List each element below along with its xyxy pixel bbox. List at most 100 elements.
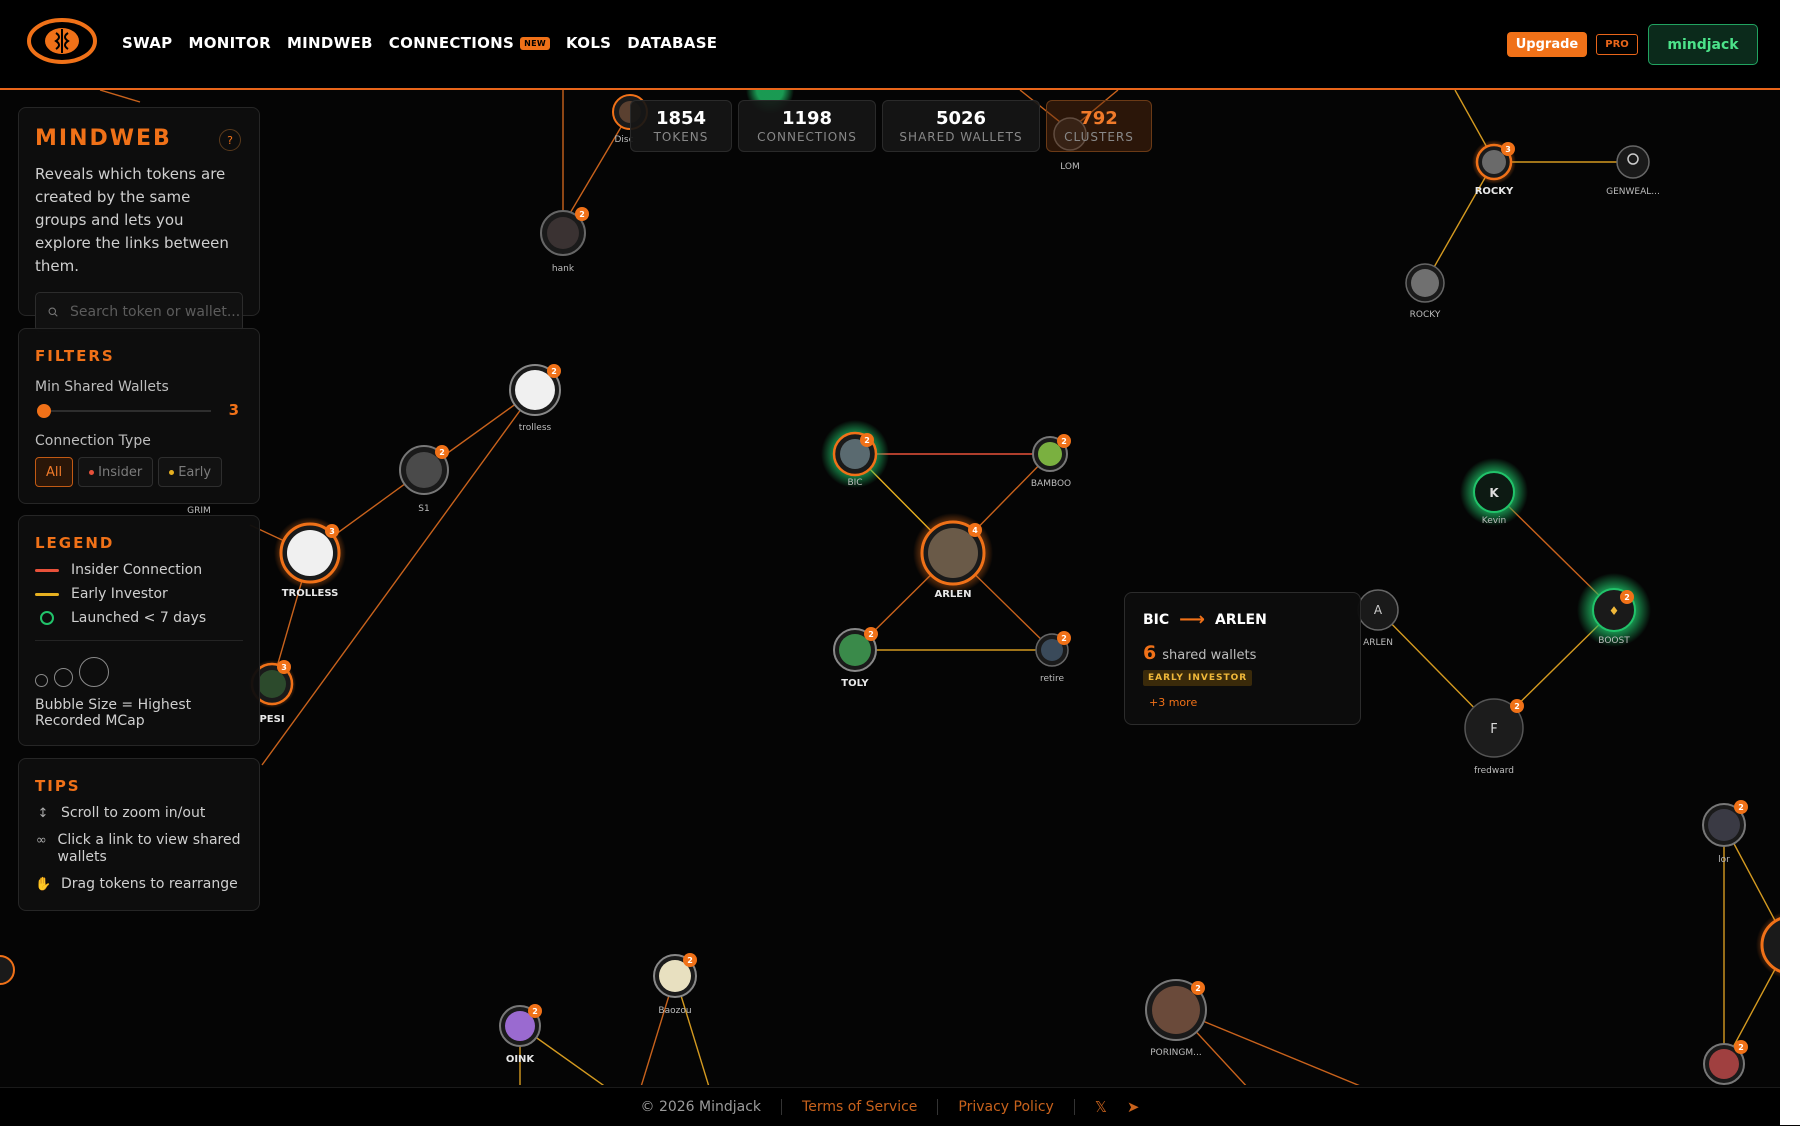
token-node-arlen-2[interactable]: A ARLEN	[1357, 589, 1399, 648]
token-node-rocky[interactable]: 3 ROCKY	[1472, 140, 1516, 197]
svg-text:2: 2	[439, 448, 445, 457]
token-network-graph[interactable]: 2 hank Disc LOM 3 ROCKY GENWEAL... ROCKY…	[0, 90, 1780, 1085]
token-node-trolless[interactable]: 2 trolless	[509, 364, 561, 433]
help-icon[interactable]: ?	[219, 129, 241, 151]
tooltip-more-link[interactable]: +3 more	[1143, 696, 1342, 709]
filter-all-label: All	[46, 464, 63, 480]
token-node-genweal[interactable]: GENWEAL...	[1606, 145, 1660, 197]
copyright: © 2026 Mindjack	[640, 1099, 762, 1115]
nav-swap[interactable]: SWAP	[122, 34, 172, 52]
svg-text:2: 2	[868, 630, 874, 639]
stat-clusters-label: CLUSTERS	[1064, 130, 1134, 144]
hand-icon: ✋	[35, 877, 52, 892]
node-label: S1	[418, 504, 429, 514]
stat-tokens: 1854 TOKENS	[630, 100, 732, 152]
new-badge: NEW	[520, 36, 551, 50]
insider-line-icon	[35, 568, 59, 572]
node-label: BOOST	[1598, 636, 1630, 646]
slider-track[interactable]	[41, 410, 211, 412]
search-box[interactable]	[35, 292, 243, 332]
token-node-bamboo[interactable]: 2 BAMBOO	[1031, 434, 1071, 489]
svg-text:3: 3	[329, 527, 335, 536]
legend-divider	[35, 640, 243, 641]
token-node-toly[interactable]: 2 TOLY	[833, 627, 878, 689]
token-node-retire[interactable]: 2 retire	[1035, 631, 1071, 684]
node-label: ARLEN	[1363, 638, 1393, 648]
upgrade-button[interactable]: Upgrade	[1507, 32, 1587, 57]
early-investor-badge: EARLY INVESTOR	[1143, 670, 1253, 686]
footer-divider	[937, 1099, 939, 1115]
terms-link[interactable]: Terms of Service	[802, 1099, 917, 1115]
token-node-right-edge[interactable]	[1756, 911, 1780, 979]
nav-database[interactable]: DATABASE	[627, 34, 717, 52]
token-node-baozou[interactable]: 2 Baozou	[653, 953, 697, 1016]
scroll-icon: ↕	[37, 806, 49, 821]
filter-insider-button[interactable]: Insider	[78, 457, 154, 487]
link[interactable]	[1175, 1009, 1370, 1085]
token-node-s1[interactable]: 2 S1	[399, 445, 449, 514]
legend-insider-label: Insider Connection	[71, 562, 203, 578]
stat-clusters[interactable]: 792 CLUSTERS	[1046, 100, 1152, 152]
stat-shared-wallets: 5026 SHARED WALLETS	[882, 100, 1040, 152]
telegram-icon[interactable]: ➤	[1127, 1098, 1140, 1116]
bubble-size-icon	[35, 657, 243, 687]
nav-monitor[interactable]: MONITOR	[188, 34, 270, 52]
token-node-oink[interactable]: 2 OINK	[499, 1004, 542, 1065]
mindweb-description: Reveals which tokens are created by the …	[35, 165, 229, 275]
token-node-rocky-2[interactable]: ROCKY	[1405, 263, 1445, 320]
tip-drag: ✋ Drag tokens to rearrange	[35, 876, 243, 893]
mindjack-logo[interactable]	[26, 17, 98, 65]
node-label: PORINGM...	[1150, 1048, 1201, 1058]
svg-text:2: 2	[864, 436, 870, 445]
tip-link: ∞ Click a link to view shared wallets	[35, 832, 243, 866]
user-account-button[interactable]: mindjack	[1648, 24, 1758, 65]
token-node-boost[interactable]: ♦ 2 BOOST	[1577, 573, 1651, 647]
privacy-link[interactable]: Privacy Policy	[958, 1099, 1053, 1115]
token-node-kevin[interactable]: K Kevin	[1460, 458, 1528, 526]
token-node-lor[interactable]: 2 lor	[1702, 800, 1748, 865]
slider-thumb[interactable]	[37, 404, 51, 418]
token-node-hank[interactable]: 2 hank	[540, 207, 589, 274]
svg-text:2: 2	[551, 367, 557, 376]
svg-text:2: 2	[1061, 634, 1067, 643]
svg-text:2: 2	[687, 956, 693, 965]
stat-shared-wallets-value: 5026	[935, 108, 987, 129]
filter-early-button[interactable]: Early	[158, 457, 223, 487]
nav-kols[interactable]: KOLS	[566, 34, 611, 52]
node-label: Kevin	[1482, 516, 1507, 526]
nav-connections[interactable]: CONNECTIONS NEW	[389, 34, 551, 52]
svg-text:K: K	[1489, 486, 1499, 500]
token-node-trolless-2[interactable]: 3 TROLLESS	[274, 517, 346, 599]
x-icon[interactable]: 𝕏	[1095, 1098, 1107, 1116]
min-shared-slider[interactable]: 3	[35, 399, 243, 423]
token-node-arlen[interactable]: 4 ARLEN	[913, 513, 993, 600]
svg-text:3: 3	[1505, 145, 1511, 154]
mindweb-title: MINDWEB	[35, 126, 172, 151]
stat-shared-wallets-label: SHARED WALLETS	[899, 130, 1023, 144]
token-node-bic[interactable]: 2 BIC	[821, 420, 889, 488]
svg-text:3: 3	[281, 663, 287, 672]
filter-all-button[interactable]: All	[35, 457, 74, 487]
node-label: ROCKY	[1475, 186, 1514, 197]
main-nav: SWAP MONITOR MINDWEB CONNECTIONS NEW KOLS…	[122, 34, 717, 52]
node-label: BIC	[847, 478, 862, 488]
tips-panel: TIPS ↕ Scroll to zoom in/out ∞ Click a lin…	[18, 758, 260, 911]
legend-new: Launched < 7 days	[35, 610, 243, 626]
search-input[interactable]	[68, 303, 242, 321]
svg-text:4: 4	[972, 526, 978, 535]
svg-text:2: 2	[532, 1007, 538, 1016]
link-tooltip: BIC ⟶ ARLEN 6 shared wallets EARLY INVES…	[1124, 592, 1361, 725]
nav-mindweb[interactable]: MINDWEB	[287, 34, 373, 52]
footer: © 2026 Mindjack Terms of Service Privacy…	[0, 1087, 1780, 1126]
link[interactable]	[99, 90, 141, 103]
token-node-left-bottom[interactable]	[0, 955, 15, 985]
node-label: ROCKY	[1410, 310, 1441, 320]
token-node-poringm[interactable]: 2 PORINGM...	[1145, 979, 1207, 1058]
token-node-fredward[interactable]: F 2 fredward	[1464, 698, 1524, 776]
node-label: OINK	[506, 1054, 536, 1065]
token-node-bottom-right[interactable]: 2	[1703, 1040, 1748, 1085]
node-label: BAMBOO	[1031, 479, 1071, 489]
link[interactable]	[562, 111, 631, 226]
node-label: fredward	[1474, 766, 1514, 776]
svg-text:2: 2	[1738, 803, 1744, 812]
